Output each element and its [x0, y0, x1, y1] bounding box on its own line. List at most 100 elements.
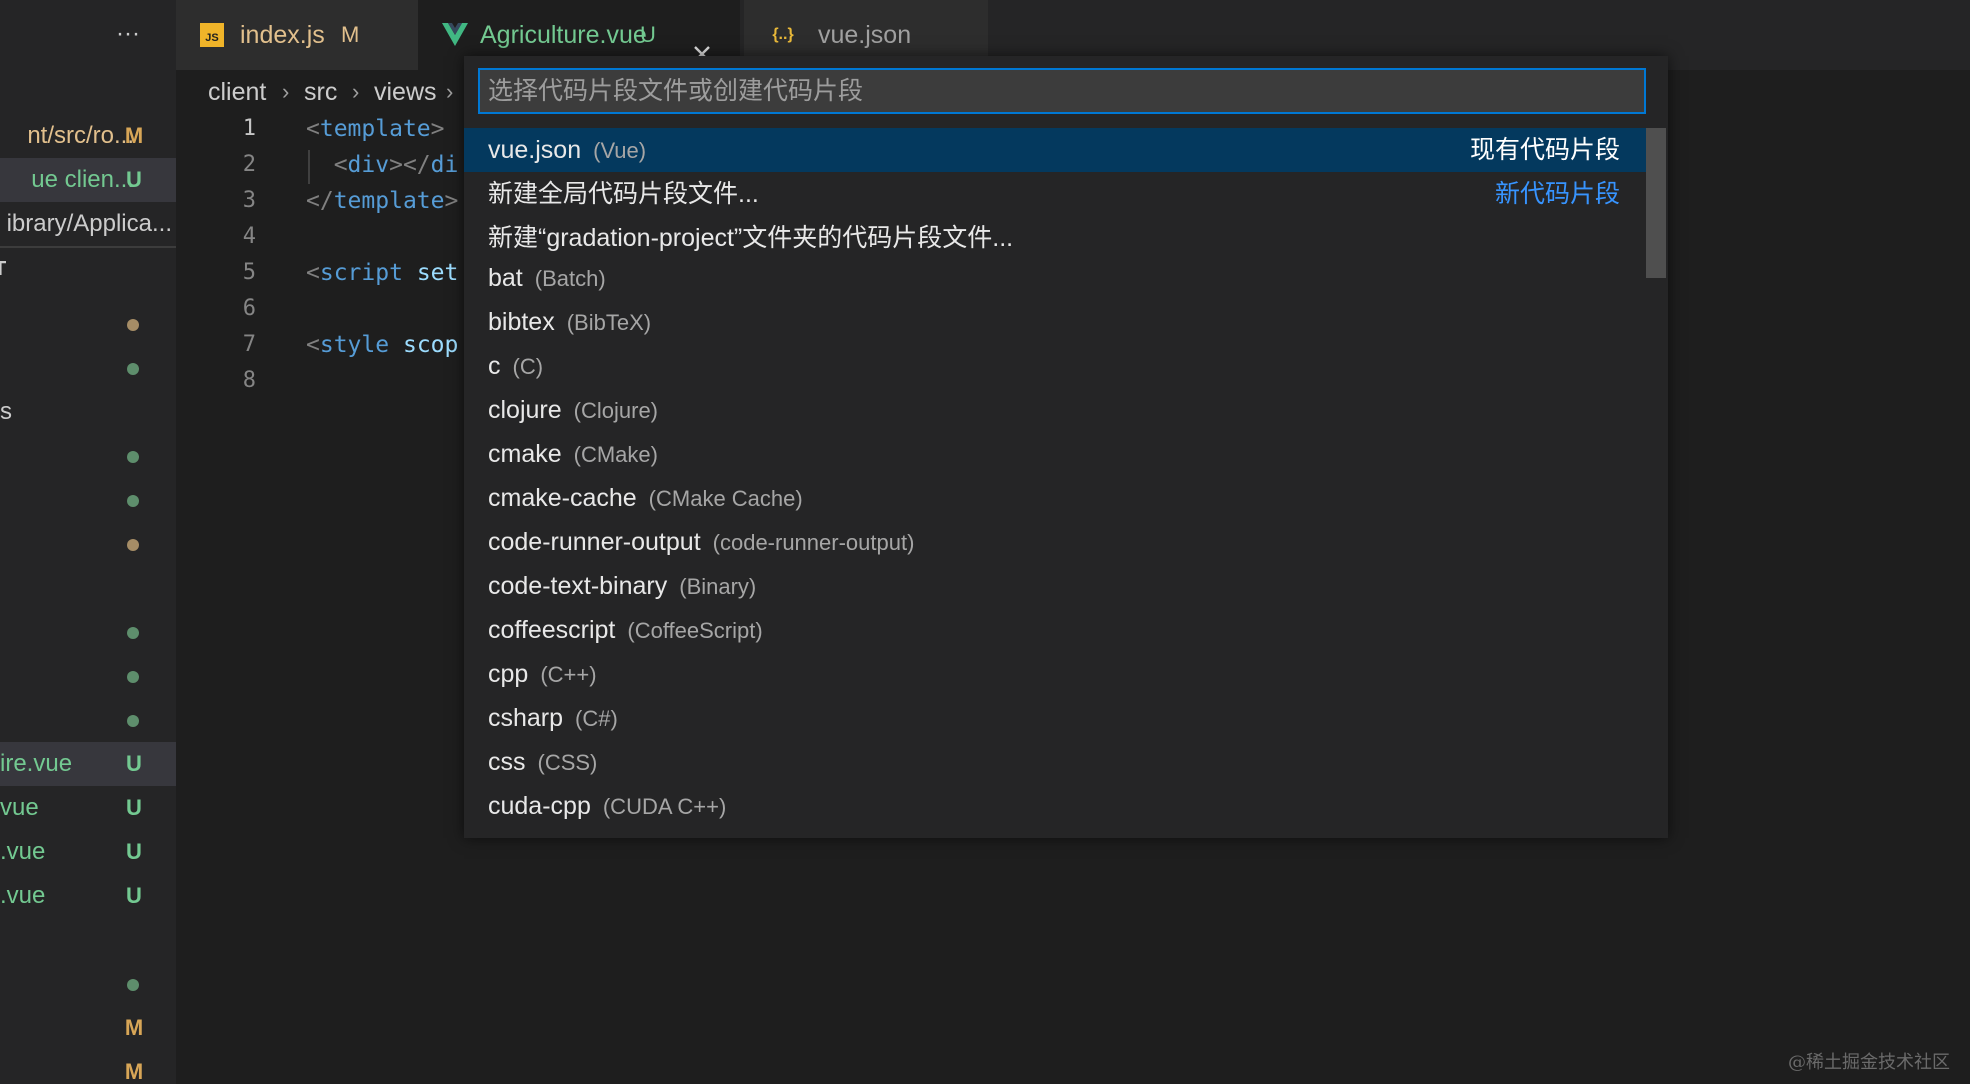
quick-pick-item[interactable]: coffeescript (CoffeeScript): [464, 608, 1646, 652]
quick-pick-item-label: 新建全局代码片段文件...: [488, 172, 759, 216]
quick-pick-item-name: css: [488, 748, 526, 776]
quick-pick-item[interactable]: cpp (C++): [464, 652, 1646, 696]
code-token: style: [319, 332, 390, 358]
tree-item[interactable]: M: [0, 1006, 176, 1050]
watermark: @稀土掘金技术社区: [1788, 1052, 1950, 1073]
tree-item[interactable]: [0, 610, 176, 654]
quick-pick-item[interactable]: bibtex (BibTeX): [464, 300, 1646, 344]
tree-item-name: ire.vue: [0, 750, 73, 777]
quick-pick-item-name: cmake: [488, 440, 562, 468]
open-editor-item[interactable]: nt/src/ro... M: [0, 114, 176, 158]
tree-item[interactable]: .vue U: [0, 874, 176, 918]
git-status-badge: U: [126, 751, 142, 776]
breadcrumb-item[interactable]: client: [208, 70, 266, 114]
git-status-dot: [127, 671, 139, 683]
quick-pick-input[interactable]: [478, 68, 1646, 114]
more-actions-icon[interactable]: ···: [112, 18, 144, 50]
tree-item[interactable]: [0, 302, 176, 346]
quick-pick-item[interactable]: csharp (C#): [464, 696, 1646, 740]
quick-pick-item[interactable]: clojure (Clojure): [464, 388, 1646, 432]
quick-pick-item-description: (CSS): [537, 750, 598, 775]
quick-pick-item[interactable]: c (C): [464, 344, 1646, 388]
quick-pick-item-name: cmake-cache: [488, 484, 637, 512]
quick-pick-item[interactable]: cmake (CMake): [464, 432, 1646, 476]
code-line[interactable]: <template>: [306, 116, 445, 142]
git-status-dot: [127, 627, 139, 639]
quick-pick-item-group-label: 现有代码片段: [1469, 136, 1620, 164]
git-status-dot: [127, 451, 139, 463]
breadcrumb-item[interactable]: views: [374, 70, 437, 114]
quick-pick-item-name: coffeescript: [488, 616, 616, 644]
quick-pick-item[interactable]: 新建全局代码片段文件... 新代码片段: [464, 172, 1646, 216]
quick-pick-item[interactable]: bat (Batch): [464, 256, 1646, 300]
quick-pick-item-description: (Binary): [679, 574, 757, 599]
tree-folder[interactable]: s: [0, 390, 176, 434]
quick-pick-item-label: bat (Batch): [488, 256, 606, 301]
open-editor-name: ibrary/Applica...: [6, 210, 172, 237]
quick-pick-item-label: bibtex (BibTeX): [488, 300, 651, 345]
quick-pick-item[interactable]: css (CSS): [464, 740, 1646, 784]
tab-index-js[interactable]: JS index.js M: [176, 0, 418, 70]
code-line[interactable]: <div></di: [306, 152, 459, 178]
quick-pick-item-description: (BibTeX): [566, 310, 652, 335]
quick-pick-item-label: vue.json (Vue): [488, 128, 646, 173]
quick-pick-item-description: (CMake): [573, 442, 658, 467]
quick-pick-item-label: clojure (Clojure): [488, 388, 658, 433]
tree-item[interactable]: [0, 478, 176, 522]
line-number: 5: [242, 260, 256, 285]
quick-pick-item-name: bat: [488, 264, 523, 292]
tree-item[interactable]: [0, 962, 176, 1006]
quick-pick-item-description: (Clojure): [573, 398, 659, 423]
git-status-dot: [127, 715, 139, 727]
tree-item[interactable]: M: [0, 1050, 176, 1084]
code-token: ></: [389, 152, 431, 178]
git-status-dot: [127, 979, 139, 991]
tree-item[interactable]: ire.vue U: [0, 742, 176, 786]
line-number: 1: [242, 116, 256, 141]
quick-pick-list: vue.json (Vue) 现有代码片段新建全局代码片段文件... 新代码片段 新建“…: [464, 128, 1668, 838]
code-token: <: [306, 152, 348, 178]
explorer-sidebar: ··· nt/src/ro... Mue clien... Uibrary/Appl…: [0, 0, 176, 1084]
code-token: <: [306, 332, 320, 358]
quick-pick-item-description: (Vue): [593, 138, 647, 163]
close-icon[interactable]: [690, 23, 714, 62]
code-line[interactable]: <style scop: [306, 332, 458, 358]
code-line[interactable]: </template>: [306, 188, 458, 214]
quick-pick-item[interactable]: vue.json (Vue) 现有代码片段: [464, 128, 1646, 172]
code-token: di: [430, 152, 459, 178]
quick-pick-item[interactable]: 新建“gradation-project”文件夹的代码片段文件...: [464, 216, 1646, 260]
quick-pick-item[interactable]: code-text-binary (Binary): [464, 564, 1646, 608]
git-status-dot: [127, 319, 139, 331]
quick-pick-item[interactable]: code-runner-output (code-runner-output): [464, 520, 1646, 564]
breadcrumb-item[interactable]: src: [304, 70, 337, 114]
quick-pick-item-label: coffeescript (CoffeeScript): [488, 608, 763, 653]
tree-item[interactable]: vue U: [0, 786, 176, 830]
section-header[interactable]: T: [0, 258, 6, 281]
open-editor-item[interactable]: ue clien... U: [0, 158, 176, 202]
quick-pick-scrollbar[interactable]: [1646, 128, 1666, 278]
quick-pick-item[interactable]: cmake-cache (CMake Cache): [464, 476, 1646, 520]
line-number: 6: [242, 296, 256, 321]
tree-item[interactable]: [0, 698, 176, 742]
open-editor-name: nt/src/ro...: [27, 122, 134, 149]
git-status-badge: U: [126, 883, 142, 908]
json-file-icon: {..}: [772, 26, 794, 43]
tab-git-status: M: [341, 22, 360, 47]
line-number: 4: [242, 224, 256, 249]
tree-item[interactable]: .vue U: [0, 830, 176, 874]
tree-item-name: .vue: [0, 838, 46, 865]
code-token: <: [306, 260, 320, 286]
quick-pick-item-label: css (CSS): [488, 740, 597, 785]
tree-item[interactable]: [0, 346, 176, 390]
tree-item[interactable]: [0, 522, 176, 566]
quick-pick-item-description: (CMake Cache): [648, 486, 803, 511]
tree-item-name: s: [0, 398, 12, 425]
open-editor-item[interactable]: ibrary/Applica...: [0, 202, 176, 246]
code-line[interactable]: <script set: [306, 260, 458, 286]
tree-item[interactable]: [0, 434, 176, 478]
git-status-badge: U: [126, 795, 142, 820]
js-file-icon: JS: [200, 23, 224, 47]
quick-pick-item[interactable]: cuda-cpp (CUDA C++): [464, 784, 1646, 828]
git-status-dot: [127, 539, 139, 551]
tree-item[interactable]: [0, 654, 176, 698]
